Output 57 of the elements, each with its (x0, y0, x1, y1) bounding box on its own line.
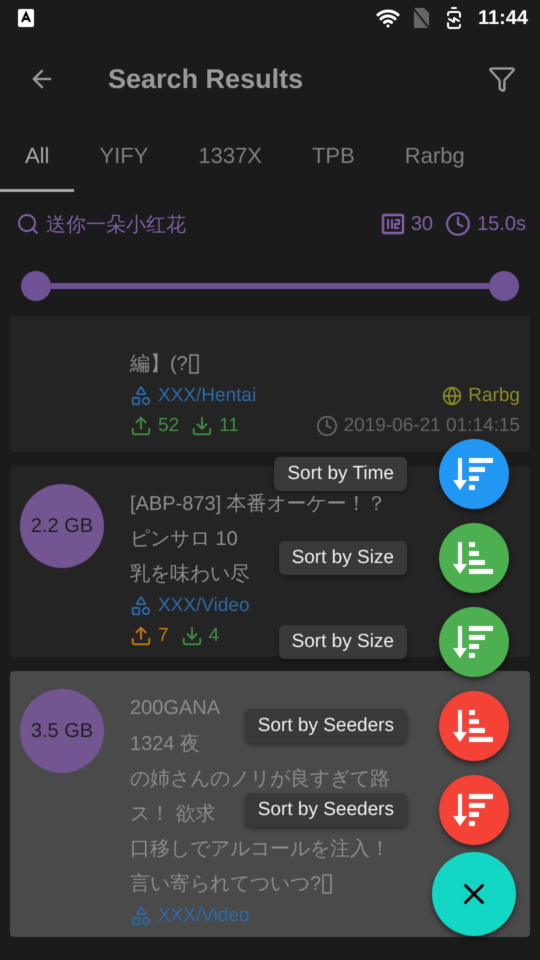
sort-icon (453, 792, 495, 828)
shapes-icon (130, 905, 152, 927)
count-icon (380, 212, 405, 236)
leechers-count: 4 (208, 625, 220, 647)
source-label: Rarbg (468, 385, 520, 407)
title-line: ピンサロ 10 (130, 527, 238, 552)
title-line: ス！ 欲求 (130, 802, 216, 827)
range-slider[interactable] (21, 271, 519, 301)
category-label: XXX/Hentai (158, 385, 256, 407)
slider-track[interactable] (51, 283, 489, 289)
notification-icon (18, 9, 34, 27)
sort-icon (453, 456, 495, 492)
source-tab[interactable]: Rarbg (380, 122, 490, 192)
size-badge: 2.2 GB (20, 484, 104, 568)
title-line: 言い寄られてついつ? (130, 872, 322, 897)
shapes-icon (130, 595, 152, 617)
title-line: 200GANA (130, 697, 220, 720)
search-icon (16, 212, 40, 236)
screen-title: Search Results (108, 64, 304, 94)
clock-icon (316, 415, 338, 437)
leechers-count: 11 (219, 415, 239, 437)
slider-thumb[interactable] (489, 271, 519, 301)
result-card[interactable]: 編】(? XXX/Hentai Rarbg 52 11 2019-06-21 01:14:15 (10, 316, 530, 452)
shapes-icon (130, 385, 152, 407)
title-line: 1324 夜 (130, 732, 200, 757)
title-line: 編】(? (130, 352, 188, 377)
source-tab[interactable]: YIFY (74, 122, 174, 192)
no-sim-icon (412, 7, 430, 29)
title-line: 口移しでアルコールを注入！ (130, 837, 390, 862)
title-line: [ABP-873] 本番オーケー！？ (130, 492, 387, 517)
search-duration: 15.0s (477, 212, 526, 236)
globe-icon (442, 386, 462, 406)
slider-thumb[interactable] (21, 271, 51, 301)
sort-icon (453, 624, 495, 660)
search-query: 送你一朵小红花 (46, 212, 186, 238)
category-label: XXX/Video (158, 905, 250, 927)
upload-date: 2019-06-21 01:14:15 (344, 415, 520, 437)
source-tab[interactable]: TPB (286, 122, 380, 192)
title-line: 乳を味わい尽 (130, 562, 250, 587)
action-tooltip: Sort by Size (278, 625, 407, 659)
action-tooltip: Sort by Seeders (244, 709, 407, 743)
seeders-count: 52 (158, 415, 180, 437)
source-tab[interactable]: 1337X (173, 122, 287, 192)
sort-icon (453, 540, 495, 576)
action-tooltip: Sort by Size (278, 541, 407, 575)
size-badge: 3.5 GB (20, 689, 104, 773)
source-tab[interactable]: All (0, 122, 74, 192)
action-tooltip: Sort by Seeders (244, 793, 407, 827)
clock-time: 11:44 (478, 6, 528, 30)
clock-icon (445, 211, 472, 237)
action-tooltip: Sort by Time (274, 457, 407, 491)
result-count: 30 (410, 212, 434, 236)
filter-button[interactable] (488, 65, 516, 93)
seeders-count: 7 (158, 625, 169, 647)
title-line: の姉さんのノリが良すぎて路 (130, 767, 390, 792)
category-label: XXX/Video (158, 595, 250, 617)
sort-icon (453, 708, 495, 744)
